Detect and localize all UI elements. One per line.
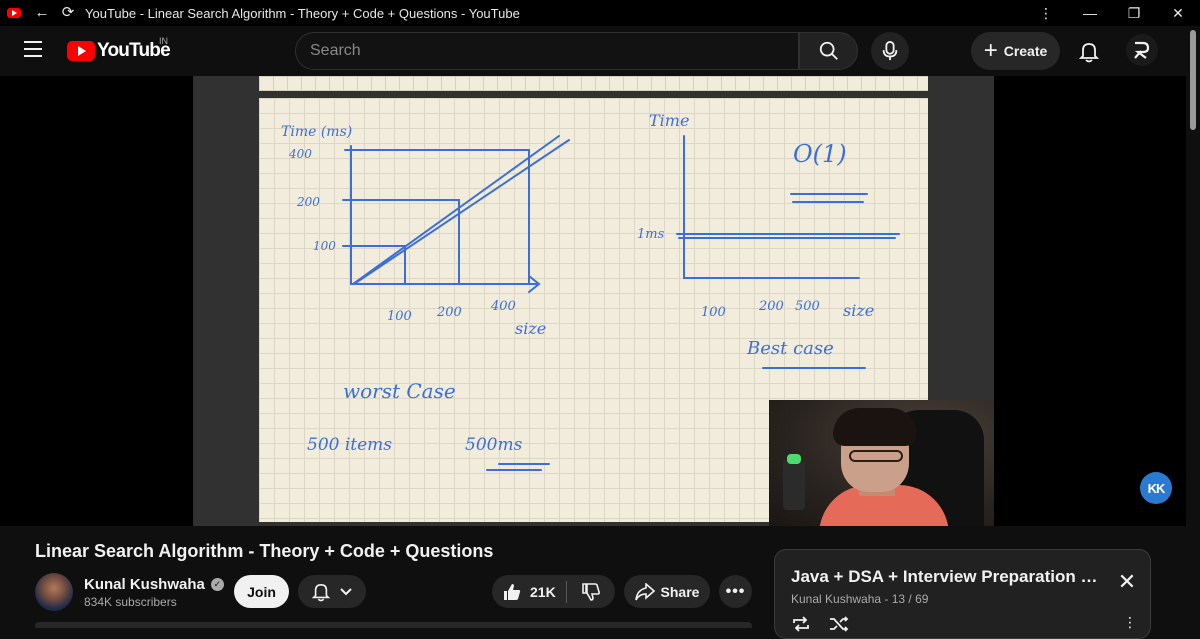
thumbs-down-icon bbox=[582, 582, 600, 601]
notebook-page-top bbox=[259, 76, 928, 91]
video-title: Linear Search Algorithm - Theory + Code … bbox=[35, 541, 494, 561]
share-arrow-icon bbox=[634, 582, 655, 600]
reload-icon[interactable]: ⟳ bbox=[55, 0, 81, 26]
x-tick-100: 100 bbox=[387, 309, 412, 324]
plus-icon: + bbox=[983, 37, 998, 64]
tick-100: 100 bbox=[313, 239, 336, 253]
create-button[interactable]: + Create bbox=[971, 32, 1060, 70]
bell-icon bbox=[1079, 43, 1099, 63]
tick-400: 400 bbox=[288, 147, 312, 161]
search-box bbox=[295, 32, 799, 70]
window-menu-icon[interactable]: ⋮ bbox=[1024, 5, 1068, 22]
youtube-app-icon bbox=[7, 8, 21, 18]
user-avatar-icon bbox=[1134, 41, 1150, 59]
bell-icon bbox=[312, 583, 330, 601]
like-button[interactable]: 21K bbox=[492, 575, 566, 608]
playlist-close-icon[interactable]: ✕ bbox=[1115, 570, 1139, 594]
playlist-title[interactable]: Java + DSA + Interview Preparation C... bbox=[791, 567, 1103, 587]
like-count: 21K bbox=[530, 583, 556, 600]
left-y-axis-label: Time (ms) bbox=[281, 124, 352, 140]
youtube-header: YouTube IN + Create bbox=[0, 26, 1186, 76]
playlist-controls bbox=[791, 616, 849, 632]
loop-icon[interactable] bbox=[791, 616, 811, 632]
scrollbar-thumb[interactable] bbox=[1190, 30, 1196, 130]
x-tick-400: 400 bbox=[490, 299, 516, 314]
playlist-more-icon[interactable]: ⋮ bbox=[1123, 614, 1137, 631]
shuffle-icon[interactable] bbox=[829, 616, 849, 632]
right-tick-1ms: 1ms bbox=[637, 227, 665, 242]
right-x-axis-label: size bbox=[843, 301, 874, 320]
minimize-icon[interactable]: — bbox=[1068, 5, 1112, 21]
more-actions-button[interactable]: ••• bbox=[719, 575, 752, 608]
big-o-notation: O(1) bbox=[793, 140, 847, 168]
share-button[interactable]: Share bbox=[624, 575, 710, 608]
thumbs-up-icon bbox=[504, 583, 521, 600]
restore-icon[interactable]: ❐ bbox=[1112, 5, 1156, 22]
region-code: IN bbox=[159, 36, 168, 46]
x-tick-200: 200 bbox=[436, 305, 462, 320]
close-window-icon[interactable]: ✕ bbox=[1156, 5, 1200, 22]
video-player[interactable]: Time (ms) 400 200 100 100 200 400 size T… bbox=[0, 76, 1186, 526]
channel-name-row[interactable]: Kunal Kushwaha ✓ bbox=[84, 576, 224, 593]
worst-case-note: worst Case bbox=[343, 379, 456, 403]
dislike-button[interactable] bbox=[567, 575, 615, 608]
page-scrollbar[interactable] bbox=[1186, 26, 1200, 628]
channel-name[interactable]: Kunal Kushwaha bbox=[84, 576, 205, 593]
verified-check-icon: ✓ bbox=[210, 578, 224, 591]
right-x-tick-100: 100 bbox=[701, 305, 726, 320]
youtube-play-icon bbox=[67, 41, 95, 61]
search-button[interactable] bbox=[799, 32, 858, 70]
search-icon bbox=[819, 41, 838, 60]
youtube-logo[interactable]: YouTube IN bbox=[67, 36, 171, 62]
hamburger-menu-icon[interactable] bbox=[24, 41, 42, 57]
voice-search-button[interactable] bbox=[871, 32, 909, 70]
channel-avatar[interactable] bbox=[35, 573, 73, 611]
share-label: Share bbox=[660, 583, 700, 600]
account-avatar[interactable] bbox=[1126, 34, 1158, 66]
description-box-edge[interactable] bbox=[35, 622, 752, 628]
right-x-tick-200: 200 bbox=[758, 299, 784, 314]
playlist-meta: Kunal Kushwaha - 13 / 69 bbox=[791, 592, 929, 606]
presenter-webcam bbox=[769, 400, 994, 526]
window-title-bar: ← ⟳ YouTube - Linear Search Algorithm - … bbox=[0, 0, 1200, 26]
join-button[interactable]: Join bbox=[234, 575, 289, 608]
notifications-button[interactable] bbox=[1071, 34, 1107, 70]
result-note: 500ms bbox=[465, 435, 523, 455]
search-input[interactable] bbox=[296, 33, 798, 69]
items-note: 500 items bbox=[307, 435, 392, 455]
subscriber-count: 834K subscribers bbox=[84, 595, 177, 609]
channel-watermark[interactable]: KK bbox=[1140, 472, 1172, 504]
best-case-caption: Best case bbox=[746, 338, 834, 359]
microphone-icon bbox=[882, 41, 898, 61]
left-x-axis-label: size bbox=[515, 319, 546, 338]
right-y-axis-label: Time bbox=[649, 111, 689, 130]
window-title: YouTube - Linear Search Algorithm - Theo… bbox=[85, 5, 520, 21]
playlist-panel: Java + DSA + Interview Preparation C... … bbox=[774, 549, 1151, 639]
back-arrow-icon[interactable]: ← bbox=[29, 0, 55, 26]
tick-200: 200 bbox=[296, 195, 320, 209]
chevron-down-icon bbox=[340, 587, 352, 595]
right-x-tick-500: 500 bbox=[795, 299, 820, 314]
create-label: Create bbox=[1003, 43, 1048, 59]
like-dislike-group: 21K bbox=[492, 575, 615, 608]
subscription-notify-button[interactable] bbox=[298, 575, 366, 608]
